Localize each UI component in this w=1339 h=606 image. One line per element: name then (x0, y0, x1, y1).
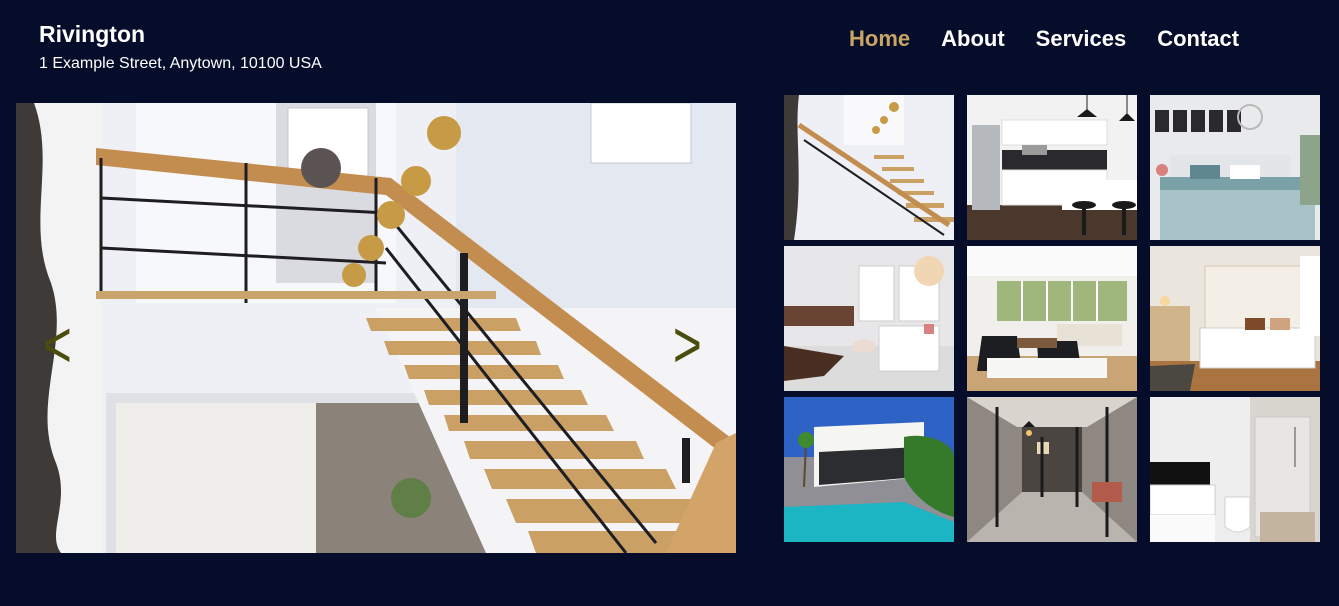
gallery-thumbnail[interactable] (1150, 95, 1320, 240)
gallery-thumbnail[interactable] (967, 397, 1137, 542)
shower-bathroom-thumbnail (1150, 397, 1320, 542)
main-nav: Home About Services Contact (849, 26, 1239, 52)
site-brand: Rivington 1 Example Street, Anytown, 101… (39, 20, 322, 74)
staircase-thumbnail (784, 95, 954, 240)
gallery-thumbnail[interactable] (784, 95, 954, 240)
staircase-photo (16, 103, 736, 553)
nav-item-home[interactable]: Home (849, 26, 910, 52)
gallery-thumbnail[interactable] (967, 95, 1137, 240)
site-name[interactable]: Rivington (39, 20, 322, 48)
gallery-thumbnail[interactable] (1150, 397, 1320, 542)
slider-prev-button[interactable]: < (43, 311, 72, 377)
glass-corridor-thumbnail (967, 397, 1137, 542)
master-bedroom-thumbnail (1150, 246, 1320, 391)
living-room-thumbnail (967, 246, 1137, 391)
nav-item-about[interactable]: About (941, 26, 1005, 52)
gallery-thumbnail[interactable] (784, 246, 954, 391)
pool-house-thumbnail (784, 397, 954, 542)
nav-item-services[interactable]: Services (1036, 26, 1127, 52)
site-address: 1 Example Street, Anytown, 10100 USA (39, 55, 322, 72)
thumbnail-gallery (784, 95, 1320, 542)
kitchen-thumbnail (967, 95, 1137, 240)
gallery-thumbnail[interactable] (784, 397, 954, 542)
gallery-thumbnail[interactable] (967, 246, 1137, 391)
gallery-thumbnail[interactable] (1150, 246, 1320, 391)
bedroom-thumbnail (1150, 95, 1320, 240)
hero-slider: < > (16, 103, 736, 553)
slider-next-button[interactable]: > (673, 311, 702, 377)
bathroom-lounge-thumbnail (784, 246, 954, 391)
nav-item-contact[interactable]: Contact (1157, 26, 1239, 52)
